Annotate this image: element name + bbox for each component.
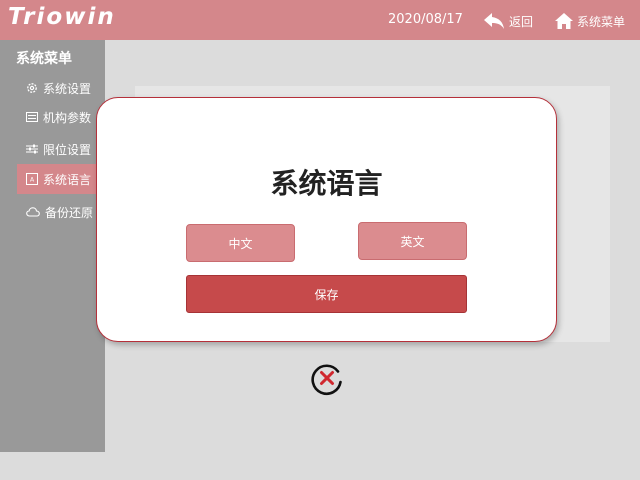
language-icon: A bbox=[26, 173, 38, 185]
chinese-button[interactable]: 中文 bbox=[186, 224, 295, 262]
system-menu-button[interactable]: 系统菜单 bbox=[554, 9, 625, 33]
home-icon bbox=[555, 13, 573, 29]
close-dialog-button[interactable] bbox=[309, 360, 345, 396]
sidebar-item-limit-settings[interactable]: 限位设置 bbox=[17, 134, 105, 164]
save-button[interactable]: 保存 bbox=[186, 275, 467, 313]
language-dialog: 系统语言 中文 英文 保存 bbox=[96, 97, 557, 342]
sidebar-item-label: 系统语言 bbox=[43, 172, 92, 187]
close-icon bbox=[311, 364, 342, 395]
sidebar-title: 系统菜单 bbox=[16, 51, 72, 67]
svg-text:A: A bbox=[30, 177, 35, 184]
list-icon bbox=[26, 112, 38, 122]
top-bar: Triowin 2020/08/17 返回 系统菜单 bbox=[0, 0, 640, 40]
current-date: 2020/08/17 bbox=[388, 12, 463, 27]
sidebar-item-system-language[interactable]: A 系统语言 bbox=[17, 164, 105, 194]
system-menu-label: 系统菜单 bbox=[577, 14, 626, 29]
sidebar-item-backup-restore[interactable]: 备份还原 bbox=[17, 197, 105, 227]
sidebar: 系统菜单 系统设置 机构参数 限位设置 A 系统语言 备份还原 bbox=[0, 40, 105, 452]
sidebar-item-mechanism-params[interactable]: 机构参数 bbox=[17, 102, 105, 132]
sidebar-item-label: 限位设置 bbox=[43, 142, 92, 157]
sidebar-item-label: 备份还原 bbox=[45, 205, 94, 220]
back-label: 返回 bbox=[509, 14, 534, 29]
sliders-icon bbox=[26, 144, 38, 154]
back-button[interactable]: 返回 bbox=[483, 9, 533, 33]
sidebar-item-label: 机构参数 bbox=[43, 110, 92, 125]
dialog-title: 系统语言 bbox=[270, 167, 383, 200]
gear-icon bbox=[27, 83, 37, 93]
sidebar-item-system-settings[interactable]: 系统设置 bbox=[17, 73, 105, 103]
back-arrow-icon bbox=[484, 13, 504, 29]
cloud-icon bbox=[26, 207, 40, 217]
sidebar-item-label: 系统设置 bbox=[43, 81, 92, 96]
english-button[interactable]: 英文 bbox=[358, 222, 467, 260]
brand-logo: Triowin bbox=[8, 4, 116, 30]
